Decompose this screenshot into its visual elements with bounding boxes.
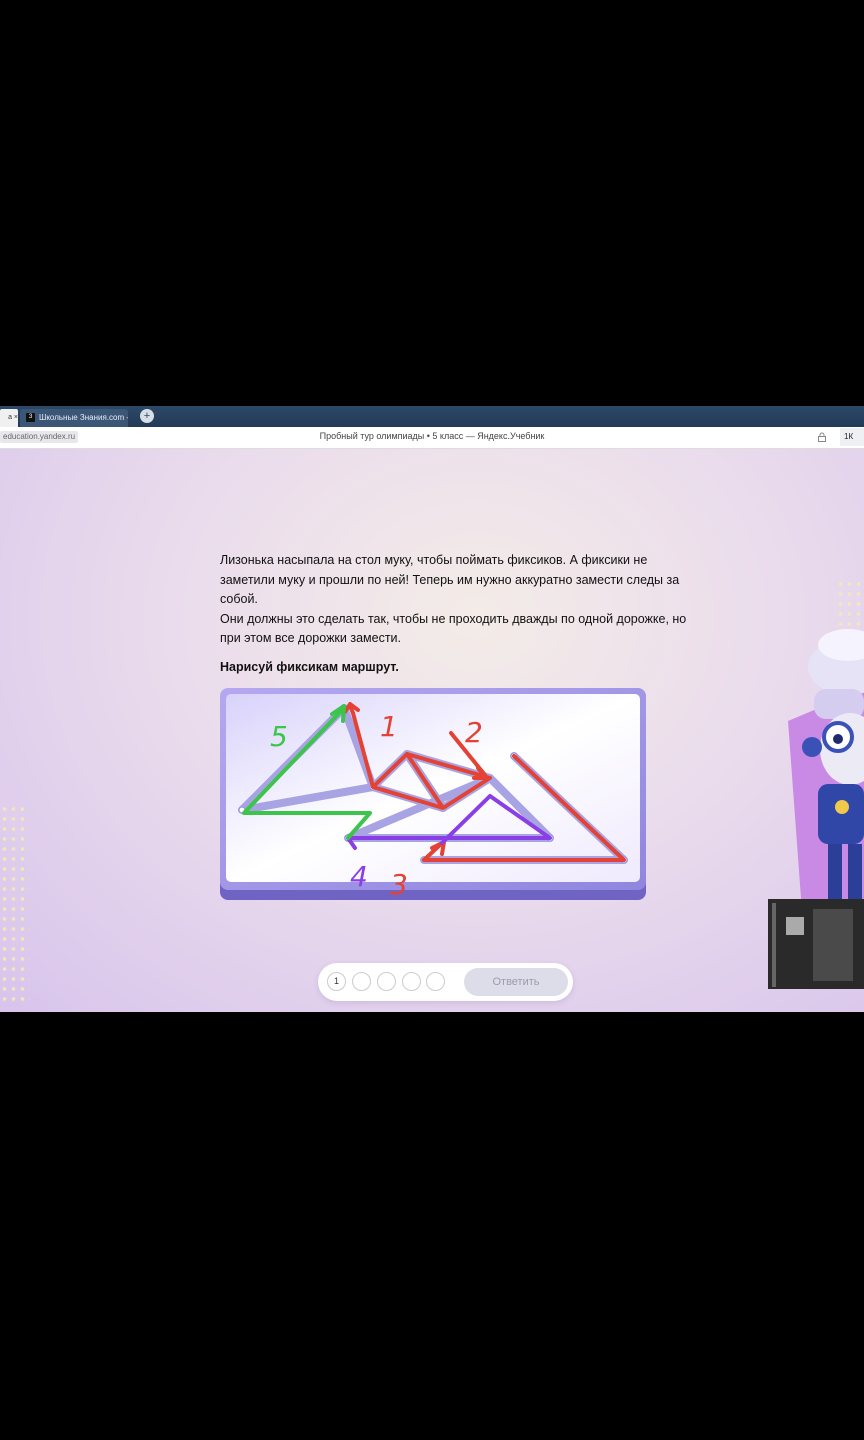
route-label-5: 5 xyxy=(270,720,288,753)
answer-bar: 1 Ответить xyxy=(318,963,573,1001)
task-paragraph: Лизонька насыпала на стол муку, чтобы по… xyxy=(220,553,680,607)
address-bar: education.yandex.ru Пробный тур олимпиад… xyxy=(0,427,864,449)
submit-answer-button[interactable]: Ответить xyxy=(464,968,568,996)
webcam-pixel-block xyxy=(786,917,804,935)
question-1-button[interactable]: 1 xyxy=(327,972,346,991)
question-4-button[interactable] xyxy=(402,972,421,991)
decorative-dots xyxy=(0,804,30,1004)
route-label-4: 4 xyxy=(350,860,368,893)
webcam-overlay xyxy=(768,899,864,989)
task-text: Лизонька насыпала на стол муку, чтобы по… xyxy=(220,551,690,649)
webcam-pixel-block xyxy=(813,909,853,981)
question-3-button[interactable] xyxy=(377,972,396,991)
drawing-board[interactable]: 1 2 3 4 5 xyxy=(220,688,646,900)
browser-tab-bar: a × З Школьные Знания.com - + xyxy=(0,406,864,427)
route-label-2: 2 xyxy=(465,716,483,749)
task-instruction: Нарисуй фиксикам маршрут. xyxy=(220,660,399,674)
new-tab-icon[interactable]: + xyxy=(140,409,154,423)
webcam-edge xyxy=(772,903,776,987)
page-title: Пробный тур олимпиады • 5 класс — Яндекс… xyxy=(319,431,545,441)
route-label-1: 1 xyxy=(380,710,398,743)
previous-tab[interactable]: a × xyxy=(0,409,18,427)
task-paragraph: Они должны это сделать так, чтобы не про… xyxy=(220,611,687,646)
lock-icon[interactable] xyxy=(817,432,827,442)
question-2-button[interactable] xyxy=(352,972,371,991)
tab-label: Школьные Знания.com - xyxy=(39,413,128,422)
extension-button[interactable]: 1К xyxy=(840,428,864,446)
browser-tab[interactable]: З Школьные Знания.com - xyxy=(20,409,128,427)
mascot-illustration xyxy=(788,629,864,939)
route-label-3: 3 xyxy=(390,868,408,900)
question-5-button[interactable] xyxy=(426,972,445,991)
favicon-icon: З xyxy=(26,413,35,423)
task-page: Лизонька насыпала на стол муку, чтобы по… xyxy=(0,449,864,1012)
